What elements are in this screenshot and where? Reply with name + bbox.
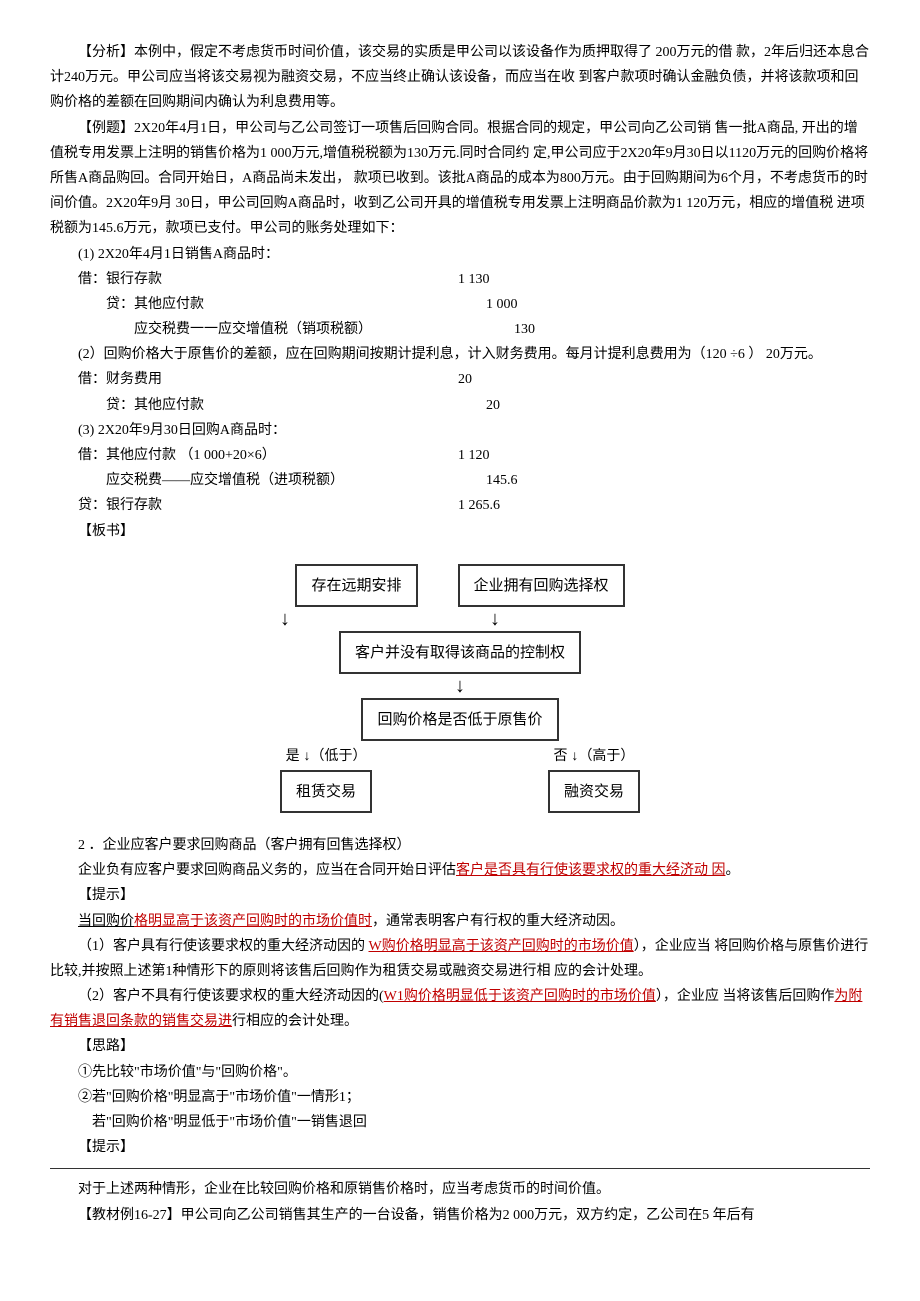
diagram-box: 企业拥有回购选择权: [458, 564, 625, 607]
analysis-para: 【分析】本例中，假定不考虑货币时间价值，该交易的实质是甲公司以该设备作为质押取得…: [50, 40, 870, 116]
journal-row: 借：财务费用20: [50, 367, 870, 392]
tip-label: 【提示】: [50, 883, 870, 908]
example-para: 【例题】2X20年4月1日，甲公司与乙公司签订一项售后回购合同。根据合同的规定，…: [50, 116, 870, 242]
journal-row: 贷：银行存款1 265.6: [50, 493, 870, 518]
diagram-box: 存在远期安排: [295, 564, 417, 607]
step2-title: (2）回购价格大于原售价的差额，应在回购期间按期计提利息，计入财务费用。每月计提…: [50, 342, 870, 367]
step1-title: (1) 2X20年4月1日销售A商品时：: [50, 242, 870, 267]
section2-p1: 企业负有应客户要求回购商品义务的，应当在合同开始日评估客户是否具有行使该要求权的…: [50, 858, 870, 883]
journal-row: 贷：其他应付款20: [50, 393, 870, 418]
silu-item: 若"回购价格"明显低于"市场价值"一销售退回: [50, 1110, 870, 1135]
section2-title: 2 ．企业应客户要求回购商品（客户拥有回售选择权）: [50, 833, 870, 858]
tip-text: 当回购价格明显高于该资产回购时的市场价值时，通常表明客户有行权的重大经济动因。: [50, 909, 870, 934]
tip2-text: 对于上述两种情形，企业在比较回购价格和原销售价格时，应当考虑货币的时间价值。: [50, 1177, 870, 1202]
arrow-down-icon: ↓: [280, 676, 640, 696]
diagram-box: 客户并没有取得该商品的控制权: [339, 631, 581, 674]
arrow-down-icon: ↓: [490, 609, 500, 629]
arrow-down-icon: ↓: [280, 609, 290, 629]
tip2-label: 【提示】: [50, 1135, 870, 1160]
journal-row: 借：其他应付款 （1 000+20×6）1 120: [50, 443, 870, 468]
silu-item: ①先比较"市场价值"与"回购价格"。: [50, 1060, 870, 1085]
section2-p3: （2）客户不具有行使该要求权的重大经济动因的(W1购价格明显低于该资产回购时的市…: [50, 984, 870, 1034]
journal-row: 贷：其他应付款1 000: [50, 292, 870, 317]
diagram-box: 回购价格是否低于原售价: [361, 698, 558, 741]
journal-row: 应交税费——应交增值税（进项税额）145.6: [50, 468, 870, 493]
silu-label: 【思路】: [50, 1034, 870, 1059]
separator-line: [50, 1168, 870, 1169]
flowchart-diagram: 存在远期安排 企业拥有回购选择权 ↓ ↓ 客户并没有取得该商品的控制权 ↓ 回购…: [50, 564, 870, 813]
example2-text: 【教材例16-27】甲公司向乙公司销售其生产的一台设备，销售价格为2 000万元…: [50, 1203, 870, 1228]
banshu-label: 【板书】: [50, 519, 870, 544]
journal-row: 借：银行存款1 130: [50, 267, 870, 292]
diagram-box: 租赁交易: [280, 770, 372, 813]
diagram-box: 融资交易: [548, 770, 640, 813]
section2-p2: （1）客户具有行使该要求权的重大经济动因的 W购价格明显高于该资产回购时的市场价…: [50, 934, 870, 984]
journal-row: 应交税费一一应交增值税（销项税额）130: [50, 317, 870, 342]
silu-item: ②若"回购价格"明显高于"市场价值"一情形1；: [50, 1085, 870, 1110]
step3-title: (3) 2X20年9月30日回购A商品时：: [50, 418, 870, 443]
